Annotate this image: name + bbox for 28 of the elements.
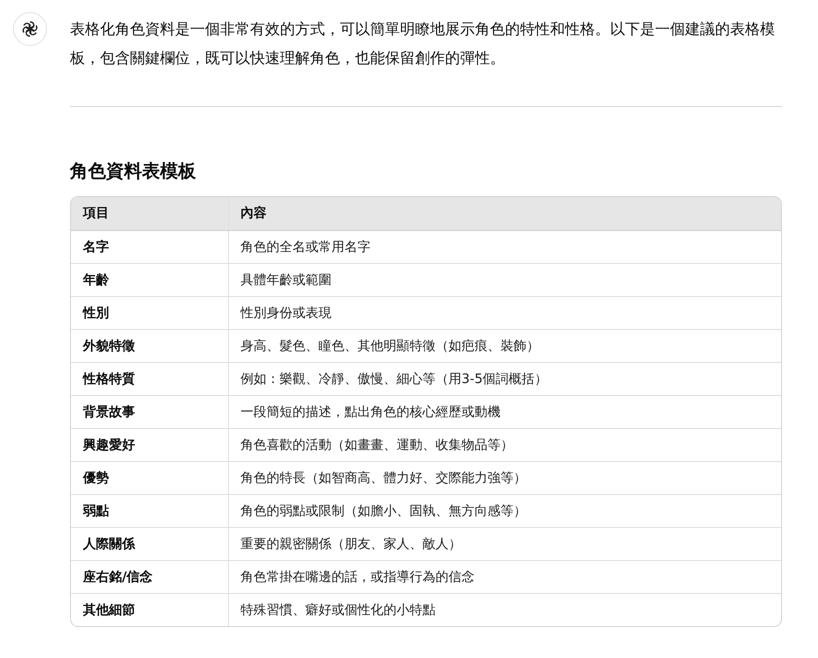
table-cell: 性格特質 (71, 362, 228, 395)
table-cell: 興趣愛好 (71, 428, 228, 461)
table-cell: 例如：樂觀、冷靜、傲慢、細心等（用3-5個詞概括） (228, 362, 781, 395)
table-cell: 弱點 (71, 494, 228, 527)
table-cell: 年齡 (71, 263, 228, 296)
table-cell: 具體年齡或範圍 (228, 263, 781, 296)
table-cell: 特殊習慣、癖好或個性化的小特點 (228, 593, 781, 626)
table-cell: 背景故事 (71, 395, 228, 428)
table-cell: 優勢 (71, 461, 228, 494)
table-cell: 人際關係 (71, 527, 228, 560)
table-cell: 一段簡短的描述，點出角色的核心經歷或動機 (228, 395, 781, 428)
table-cell: 角色的弱點或限制（如膽小、固執、無方向感等） (228, 494, 781, 527)
table-cell: 角色喜歡的活動（如畫畫、運動、收集物品等） (228, 428, 781, 461)
table-cell: 重要的親密關係（朋友、家人、敵人） (228, 527, 781, 560)
table-cell: 性別 (71, 296, 228, 329)
table-cell: 角色常掛在嘴邊的話，或指導行為的信念 (228, 560, 781, 593)
message-paragraph: 表格化角色資料是一個非常有效的方式，可以簡單明瞭地展示角色的特性和性格。以下是一個建議的表格模板，包含關鍵欄位，既可以快速理解角色，也能保留創作的彈性。 (70, 19, 776, 69)
table-cell: 性別身份或表現 (228, 296, 781, 329)
table-cell: 座右銘/信念 (71, 560, 228, 593)
table-cell: 外貌特徵 (71, 329, 228, 362)
table-cell: 其他細節 (71, 593, 228, 626)
table-cell: 角色的特長（如智商高、體力好、交際能力強等） (228, 461, 781, 494)
section-heading: 角色資料表模板 (70, 160, 197, 184)
column-header: 項目 (71, 197, 228, 230)
table-cell: 角色的全名或常用名字 (228, 230, 781, 263)
table-cell: 名字 (71, 230, 228, 263)
column-header: 內容 (228, 197, 781, 230)
table-cell: 身高、髮色、瞳色、其他明顯特徵（如疤痕、裝飾） (228, 329, 781, 362)
